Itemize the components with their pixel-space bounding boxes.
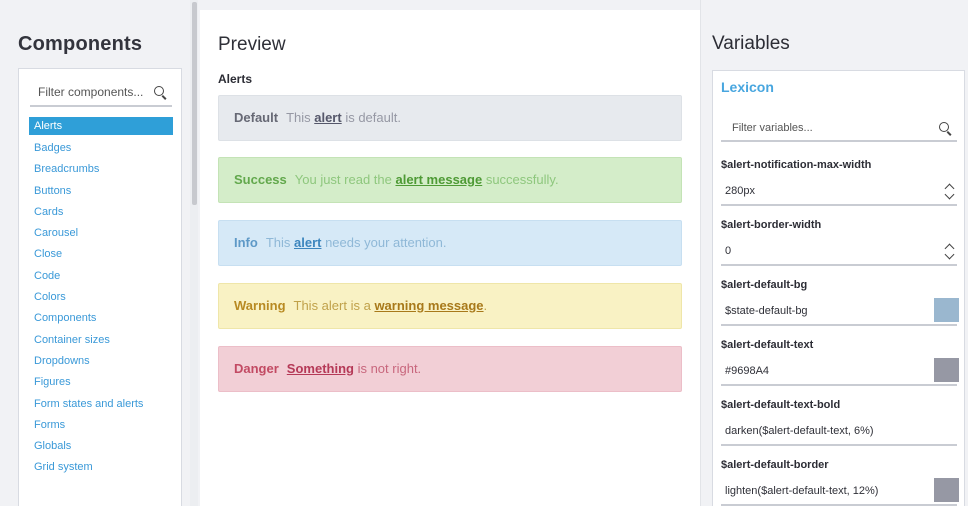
- variable-label: $alert-default-border: [721, 459, 829, 471]
- search-icon[interactable]: [154, 86, 168, 100]
- variables-box: Lexicon Filter variables... $alert-notif…: [712, 70, 965, 506]
- component-item-grid-system[interactable]: Grid system: [29, 457, 173, 478]
- components-panel: Components Filter components... Alerts B…: [0, 0, 190, 506]
- component-item-colors[interactable]: Colors: [29, 287, 173, 308]
- component-item-carousel[interactable]: Carousel: [29, 223, 173, 244]
- variables-title: Variables: [712, 33, 790, 54]
- alert-link[interactable]: alert message: [395, 172, 482, 187]
- alert-lead: Default: [234, 110, 279, 125]
- alert-danger: Danger Something is not right.: [218, 346, 682, 392]
- alert-text: This alert is a: [293, 298, 375, 313]
- alert-lead: Success: [234, 172, 287, 187]
- component-item-form-states[interactable]: Form states and alerts: [29, 394, 173, 415]
- alert-link[interactable]: Something: [287, 361, 354, 376]
- alert-text: is default.: [341, 110, 401, 125]
- alert-text: This: [286, 110, 315, 125]
- component-item-buttons[interactable]: Buttons: [29, 181, 173, 202]
- component-item-close[interactable]: Close: [29, 244, 173, 265]
- variable-value: darken($alert-default-text, 6%): [725, 425, 874, 437]
- variable-value: 280px: [725, 185, 755, 197]
- component-item-container-sizes[interactable]: Container sizes: [29, 330, 173, 351]
- alert-warning: Warning This alert is a warning message.: [218, 283, 682, 329]
- left-scrollbar-thumb[interactable]: [192, 2, 197, 205]
- alert-link[interactable]: alert: [314, 110, 341, 125]
- variable-value: lighten($alert-default-text, 12%): [725, 485, 879, 497]
- components-filter-placeholder: Filter components...: [38, 85, 144, 99]
- search-icon[interactable]: [939, 122, 953, 136]
- component-item-globals[interactable]: Globals: [29, 436, 173, 457]
- alert-text: You just read the: [294, 172, 396, 187]
- variables-panel: Variables Lexicon Filter variables... $a…: [700, 0, 968, 506]
- alert-link[interactable]: warning message: [374, 298, 483, 313]
- app-window: Components Filter components... Alerts B…: [0, 0, 968, 506]
- component-item-dropdowns[interactable]: Dropdowns: [29, 351, 173, 372]
- variable-item: $alert-default-text-bold darken($alert-d…: [721, 398, 957, 446]
- alert-text: is not right.: [353, 361, 422, 376]
- components-list: Alerts Badges Breadcrumbs Buttons Cards …: [29, 117, 173, 479]
- variable-label: $alert-default-text: [721, 339, 814, 351]
- alert-lead: Warning: [234, 298, 286, 313]
- alert-default: Default This alert is default.: [218, 95, 682, 141]
- alert-text: .: [483, 298, 488, 313]
- variable-label: $alert-default-text-bold: [721, 399, 841, 411]
- variable-value-field[interactable]: 280px: [721, 178, 957, 206]
- preview-section-title: Alerts: [218, 72, 253, 86]
- components-box: Filter components... Alerts Badges Bread…: [18, 68, 182, 506]
- alert-lead: Info: [234, 235, 258, 250]
- component-item-breadcrumbs[interactable]: Breadcrumbs: [29, 159, 173, 180]
- component-item-alerts[interactable]: Alerts: [29, 117, 173, 135]
- variable-value-field[interactable]: $state-default-bg: [721, 298, 959, 326]
- variable-item: $alert-default-text #9698A4: [721, 338, 959, 386]
- component-item-forms[interactable]: Forms: [29, 415, 173, 436]
- component-item-figures[interactable]: Figures: [29, 372, 173, 393]
- variable-item: $alert-border-width 0: [721, 218, 957, 266]
- preview-panel: Preview Alerts Default This alert is defa…: [200, 10, 700, 506]
- alert-lead: Danger: [234, 361, 279, 376]
- spinner-arrows-icon[interactable]: [943, 181, 955, 201]
- components-title: Components: [18, 33, 143, 55]
- variable-label: $alert-border-width: [721, 219, 822, 231]
- components-filter-input[interactable]: Filter components...: [30, 77, 172, 107]
- variable-value-field[interactable]: #9698A4: [721, 358, 959, 386]
- component-item-code[interactable]: Code: [29, 266, 173, 287]
- component-item-badges[interactable]: Badges: [29, 138, 173, 159]
- component-item-components[interactable]: Components: [29, 308, 173, 329]
- color-swatch[interactable]: [934, 478, 959, 502]
- alert-info: Info This alert needs your attention.: [218, 220, 682, 266]
- variable-value-field[interactable]: lighten($alert-default-text, 12%): [721, 478, 959, 506]
- color-swatch[interactable]: [934, 358, 959, 382]
- color-swatch[interactable]: [934, 298, 959, 322]
- variables-filter-placeholder: Filter variables...: [732, 122, 813, 134]
- variable-value-field[interactable]: darken($alert-default-text, 6%): [721, 418, 957, 446]
- variables-filter-input[interactable]: Filter variables...: [721, 114, 957, 142]
- variable-label: $alert-default-bg: [721, 279, 808, 291]
- variable-value: #9698A4: [725, 365, 770, 377]
- variable-label: $alert-notification-max-width: [721, 159, 872, 171]
- variable-item: $alert-default-border lighten($alert-def…: [721, 458, 959, 506]
- variable-item: $alert-default-bg $state-default-bg: [721, 278, 959, 326]
- variable-item: $alert-notification-max-width 280px: [721, 158, 957, 206]
- variable-value: 0: [725, 245, 732, 257]
- alert-link[interactable]: alert: [294, 235, 321, 250]
- variables-section-title[interactable]: Lexicon: [721, 79, 774, 95]
- variable-value: $state-default-bg: [725, 305, 808, 317]
- alert-text: This: [265, 235, 294, 250]
- component-item-cards[interactable]: Cards: [29, 202, 173, 223]
- variable-value-field[interactable]: 0: [721, 238, 957, 266]
- alert-text: successfully.: [482, 172, 559, 187]
- alert-text: needs your attention.: [321, 235, 447, 250]
- preview-title: Preview: [218, 34, 286, 55]
- spinner-arrows-icon[interactable]: [943, 241, 955, 261]
- alert-success: Success You just read the alert message s…: [218, 157, 682, 203]
